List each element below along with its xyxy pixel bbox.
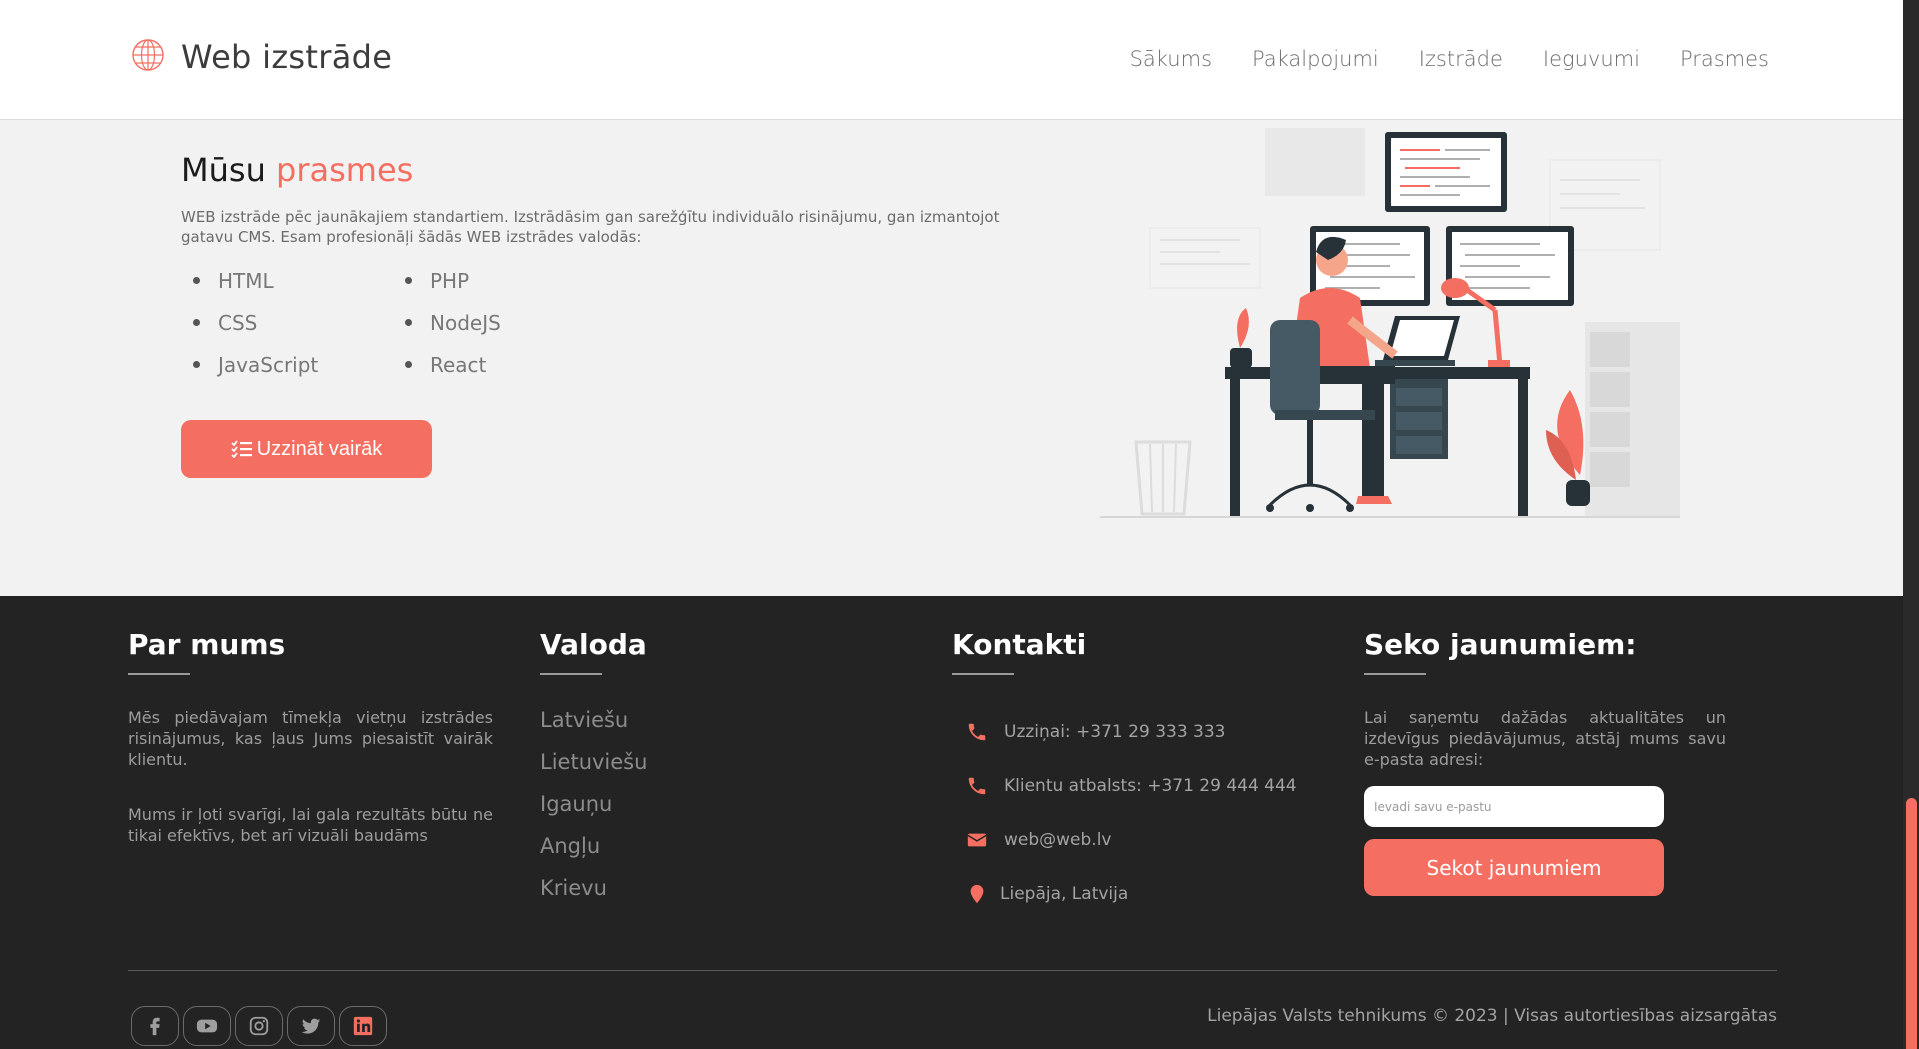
facebook-link[interactable] bbox=[131, 1006, 179, 1046]
contact-item-support-phone[interactable]: Klientu atbalsts: +371 29 444 444 bbox=[952, 759, 1297, 813]
instagram-icon bbox=[249, 1016, 269, 1036]
copyright-text: Liepājas Valsts tehnikums © 2023 | Visas… bbox=[1207, 1006, 1777, 1026]
contact-item-location[interactable]: Liepāja, Latvija bbox=[952, 867, 1297, 921]
language-list: Latviešu Lietuviešu Igauņu Angļu Krievu bbox=[540, 699, 647, 909]
section-title-plain: Mūsu bbox=[181, 151, 266, 189]
instagram-link[interactable] bbox=[235, 1006, 283, 1046]
footer-newsletter-title: Seko jaunumiem: bbox=[1364, 628, 1637, 661]
site-footer: Par mums Mēs piedāvajam tīmekļa vietņu i… bbox=[0, 596, 1903, 1049]
nav-item-prasmes[interactable]: Prasmes bbox=[1680, 47, 1769, 71]
twitter-link[interactable] bbox=[287, 1006, 335, 1046]
nav-item-ieguvumi[interactable]: Ieguvumi bbox=[1543, 47, 1640, 71]
contact-list: Uzziņai: +371 29 333 333 Klientu atbalst… bbox=[952, 705, 1297, 921]
email-field[interactable] bbox=[1364, 786, 1664, 827]
language-item-krievu[interactable]: Krievu bbox=[540, 867, 647, 909]
title-underline bbox=[952, 673, 1014, 675]
contact-text: Uzziņai: +371 29 333 333 bbox=[1004, 722, 1226, 742]
facebook-icon bbox=[150, 1017, 160, 1036]
footer-about-text: Mums ir ļoti svarīgi, lai gala rezultāts… bbox=[128, 805, 493, 845]
language-item-lietuviesu[interactable]: Lietuviešu bbox=[540, 741, 647, 783]
nav-item-izstrade[interactable]: Izstrāde bbox=[1419, 47, 1503, 71]
footer-language: Valoda Latviešu Lietuviešu Igauņu Angļu … bbox=[540, 628, 647, 909]
brand-logo-text[interactable]: Web izstrāde bbox=[181, 38, 392, 76]
scrollbar-thumb[interactable] bbox=[1906, 798, 1917, 1049]
skill-item: JavaScript bbox=[181, 352, 393, 377]
newsletter-text: Lai saņemtu dažādas aktualitātes un izde… bbox=[1364, 708, 1726, 769]
nav-item-sakums[interactable]: Sākums bbox=[1130, 47, 1212, 71]
footer-newsletter: Seko jaunumiem: Lai saņemtu dažādas aktu… bbox=[1364, 628, 1726, 896]
footer-divider bbox=[128, 970, 1777, 971]
envelope-icon bbox=[967, 833, 987, 847]
language-item-igaunu[interactable]: Igauņu bbox=[540, 783, 647, 825]
skills-list: HTML PHP CSS NodeJS JavaScript React bbox=[181, 268, 533, 377]
footer-about-title: Par mums bbox=[128, 628, 286, 661]
contact-text: Klientu atbalsts: +371 29 444 444 bbox=[1004, 776, 1297, 796]
youtube-icon bbox=[196, 1019, 218, 1033]
footer-about: Par mums Mēs piedāvajam tīmekļa vietņu i… bbox=[128, 628, 493, 846]
list-check-icon bbox=[231, 440, 252, 458]
skill-item: NodeJS bbox=[393, 310, 533, 335]
section-title: Mūsu prasmes bbox=[181, 151, 413, 189]
nav-item-pakalpojumi[interactable]: Pakalpojumi bbox=[1252, 47, 1379, 71]
skill-item: PHP bbox=[393, 268, 533, 293]
phone-icon bbox=[968, 723, 986, 741]
map-pin-icon bbox=[970, 884, 984, 904]
title-underline bbox=[540, 673, 602, 675]
footer-contacts-title: Kontakti bbox=[952, 628, 1087, 661]
learn-more-label: Uzzināt vairāk bbox=[256, 437, 383, 460]
linkedin-icon bbox=[353, 1016, 373, 1036]
contact-text: web@web.lv bbox=[1004, 830, 1112, 850]
contact-item-info-phone[interactable]: Uzziņai: +371 29 333 333 bbox=[952, 705, 1297, 759]
contact-item-email[interactable]: web@web.lv bbox=[952, 813, 1297, 867]
subscribe-button[interactable]: Sekot jaunumiem bbox=[1364, 839, 1664, 896]
linkedin-link[interactable] bbox=[339, 1006, 387, 1046]
youtube-link[interactable] bbox=[183, 1006, 231, 1046]
footer-about-text: Mēs piedāvajam tīmekļa vietņu izstrādes … bbox=[128, 708, 493, 769]
main-nav: Sākums Pakalpojumi Izstrāde Ieguvumi Pra… bbox=[1130, 47, 1769, 71]
phone-icon bbox=[968, 777, 986, 795]
footer-contacts: Kontakti Uzziņai: +371 29 333 333 Klient… bbox=[952, 628, 1297, 921]
language-item-anglu[interactable]: Angļu bbox=[540, 825, 647, 867]
skill-item: HTML bbox=[181, 268, 393, 293]
skill-item: CSS bbox=[181, 310, 393, 335]
site-header: Web izstrāde Sākums Pakalpojumi Izstrāde… bbox=[0, 0, 1903, 120]
developer-illustration bbox=[1100, 128, 1680, 518]
learn-more-button[interactable]: Uzzināt vairāk bbox=[181, 420, 432, 478]
section-description: WEB izstrāde pēc jaunākajiem standartiem… bbox=[181, 208, 1000, 246]
skill-item: React bbox=[393, 352, 533, 377]
section-title-accent: prasmes bbox=[276, 151, 414, 189]
page-scrollbar[interactable] bbox=[1903, 0, 1919, 1049]
page: Web izstrāde Sākums Pakalpojumi Izstrāde… bbox=[0, 0, 1903, 1049]
title-underline bbox=[1364, 673, 1426, 675]
language-item-latviesu[interactable]: Latviešu bbox=[540, 699, 647, 741]
title-underline bbox=[128, 673, 190, 675]
globe-icon bbox=[132, 39, 164, 71]
footer-language-title: Valoda bbox=[540, 628, 647, 661]
twitter-icon bbox=[301, 1018, 321, 1034]
social-links bbox=[131, 1006, 387, 1046]
contact-text: Liepāja, Latvija bbox=[1000, 884, 1129, 904]
